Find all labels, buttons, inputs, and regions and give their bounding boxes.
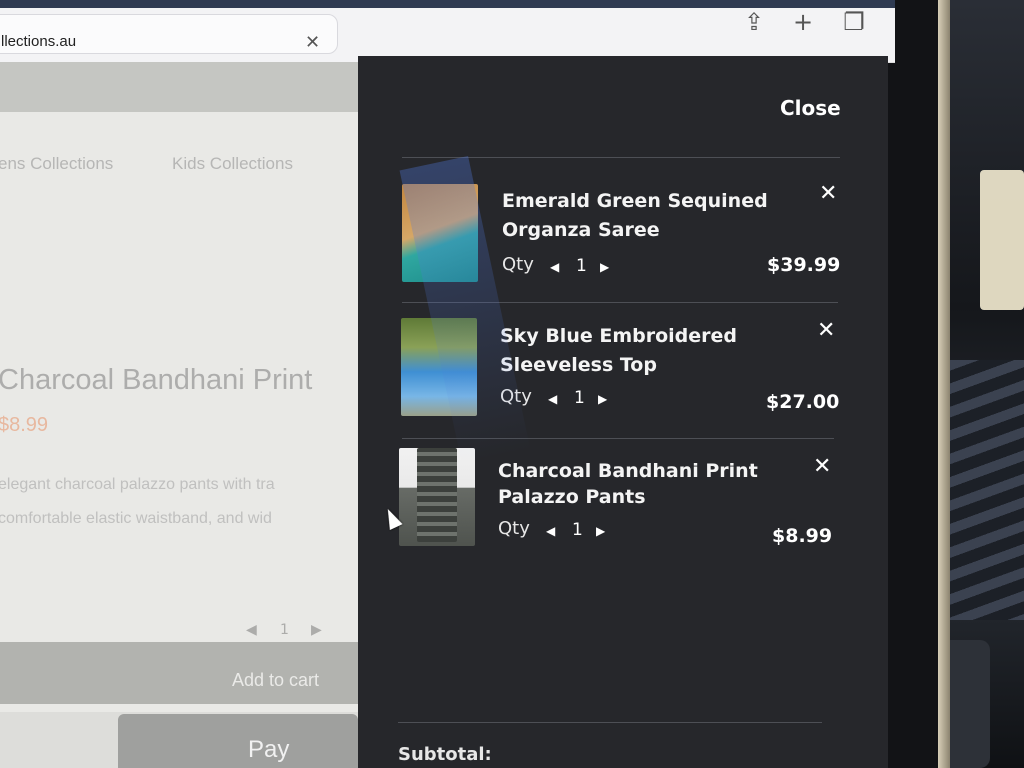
- divider: [398, 722, 822, 723]
- qty-label: Qty: [502, 254, 534, 275]
- cart-item-price: $39.99: [767, 254, 841, 276]
- remove-item-icon[interactable]: ✕: [819, 183, 837, 205]
- url-text[interactable]: llections.au: [1, 33, 76, 50]
- qty-increase-icon[interactable]: ▶: [600, 260, 609, 274]
- qty-label: Qty: [498, 518, 530, 539]
- desk-object: [980, 170, 1024, 310]
- clear-icon[interactable]: ✕: [305, 33, 320, 53]
- qty-value: 1: [574, 388, 585, 408]
- qty-decrease-icon[interactable]: ◀: [546, 524, 555, 538]
- qty-value: 1: [572, 520, 583, 540]
- cart-item-price: $8.99: [772, 525, 833, 547]
- share-icon[interactable]: ⇪: [740, 8, 768, 36]
- subtotal-label: Subtotal:: [398, 744, 492, 765]
- address-bar[interactable]: llections.au ✕: [0, 14, 338, 54]
- remove-item-icon[interactable]: ✕: [813, 456, 831, 478]
- cart-item-name[interactable]: Sleeveless Top: [500, 351, 657, 380]
- cart-item-name[interactable]: Sky Blue Embroidered: [500, 322, 737, 351]
- product-image-detail: [417, 448, 457, 542]
- laptop-edge: [938, 0, 950, 768]
- remove-item-icon[interactable]: ✕: [817, 320, 835, 342]
- screen: llections.au ✕ ⇪ + ❐ ens Collections Kid…: [0, 0, 1024, 768]
- desk-object: [950, 360, 1024, 620]
- cart-item-name[interactable]: Palazzo Pants: [498, 483, 646, 512]
- close-cart-button[interactable]: Close: [780, 96, 841, 120]
- laptop-bezel: [880, 0, 944, 768]
- cart-item-name[interactable]: Charcoal Bandhani Print: [498, 457, 758, 486]
- cart-item-name[interactable]: Emerald Green Sequined: [502, 187, 768, 216]
- tabs-overview-icon[interactable]: ❐: [840, 8, 868, 36]
- page-overlay[interactable]: [0, 62, 360, 768]
- qty-increase-icon[interactable]: ▶: [596, 524, 605, 538]
- qty-decrease-icon[interactable]: ◀: [550, 260, 559, 274]
- cart-item-name[interactable]: Organza Saree: [502, 216, 660, 245]
- window-top: [0, 0, 895, 8]
- cart-item-price: $27.00: [766, 391, 840, 413]
- qty-increase-icon[interactable]: ▶: [598, 392, 607, 406]
- browser-toolbar: llections.au ✕ ⇪ + ❐: [0, 0, 895, 63]
- qty-decrease-icon[interactable]: ◀: [548, 392, 557, 406]
- new-tab-icon[interactable]: +: [789, 8, 817, 36]
- qty-value: 1: [576, 256, 587, 276]
